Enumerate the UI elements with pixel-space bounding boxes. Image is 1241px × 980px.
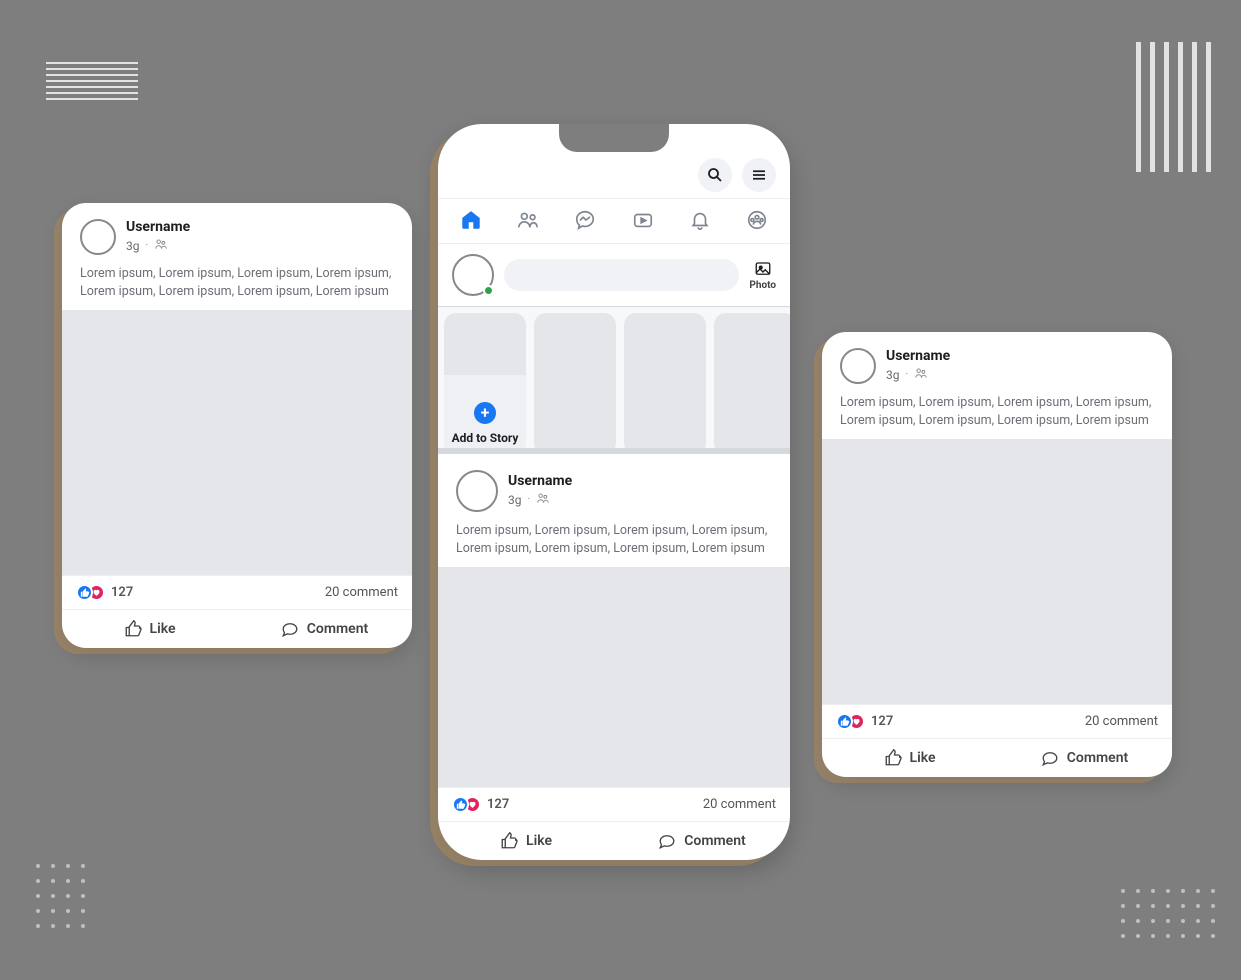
comment-label: Comment <box>307 621 368 637</box>
avatar[interactable] <box>456 470 498 512</box>
comment-label: Comment <box>1067 750 1128 766</box>
comment-count[interactable]: 20 comment <box>325 585 398 600</box>
post-image-placeholder[interactable] <box>438 567 790 787</box>
deco-dots-bl <box>36 864 87 930</box>
hamburger-icon <box>750 166 768 184</box>
dot-separator: · <box>145 240 148 251</box>
search-button[interactable] <box>698 158 732 192</box>
username[interactable]: Username <box>126 219 190 235</box>
post-text: Lorem ipsum, Lorem ipsum, Lorem ipsum, L… <box>438 518 790 567</box>
like-label: Like <box>150 621 176 637</box>
audience-icon <box>536 490 550 509</box>
photo-label: Photo <box>749 280 776 291</box>
post-header: Username 3g · <box>438 454 790 518</box>
reactions[interactable]: 127 <box>452 796 509 813</box>
post-time: 3g <box>508 493 521 507</box>
tab-messenger[interactable] <box>574 209 596 235</box>
reaction-count: 127 <box>871 714 893 729</box>
like-button[interactable]: Like <box>62 610 237 648</box>
post-text: Lorem ipsum, Lorem ipsum, Lorem ipsum, L… <box>822 390 1172 439</box>
post-time: 3g <box>886 368 899 382</box>
menu-button[interactable] <box>742 158 776 192</box>
friends-icon <box>517 209 539 231</box>
thumbs-up-icon <box>884 749 902 767</box>
dot-separator: · <box>905 369 908 380</box>
post-time: 3g <box>126 239 139 253</box>
phone-notch <box>559 124 669 152</box>
reaction-count: 127 <box>111 585 133 600</box>
dot-separator: · <box>527 494 530 505</box>
tab-friends[interactable] <box>517 209 539 235</box>
like-label: Like <box>910 750 936 766</box>
reaction-like-icon <box>836 713 853 730</box>
comment-icon <box>281 620 299 638</box>
avatar[interactable] <box>840 348 876 384</box>
comment-button[interactable]: Comment <box>997 739 1172 777</box>
comment-count[interactable]: 20 comment <box>703 797 776 812</box>
post-header: Username 3g · <box>62 203 412 261</box>
story-add-preview <box>444 313 526 375</box>
thumbs-up-icon <box>500 832 518 850</box>
phone-frame: Photo + Add to Story Username 3g · <box>438 124 790 860</box>
groups-icon <box>746 209 768 231</box>
search-icon <box>706 166 724 184</box>
comment-button[interactable]: Comment <box>237 610 412 648</box>
photo-icon <box>753 260 773 278</box>
audience-icon <box>154 236 168 255</box>
deco-horizontal-lines <box>46 62 138 100</box>
story-add[interactable]: + Add to Story <box>444 313 526 454</box>
topbar <box>438 148 790 199</box>
reaction-like-icon <box>76 584 93 601</box>
messenger-icon <box>574 209 596 231</box>
comment-button[interactable]: Comment <box>614 822 790 860</box>
audience-icon <box>914 365 928 384</box>
tab-home[interactable] <box>460 209 482 235</box>
like-button[interactable]: Like <box>822 739 997 777</box>
feed-post: Username 3g · Lorem ipsum, Lorem ipsum, … <box>438 454 790 860</box>
comment-label: Comment <box>684 833 745 849</box>
deco-vertical-lines <box>1136 42 1211 172</box>
reactions[interactable]: 127 <box>836 713 893 730</box>
deco-dots-br <box>1121 889 1217 940</box>
composer-input[interactable] <box>504 259 739 291</box>
story-add-label: Add to Story <box>452 431 519 445</box>
post-image-placeholder[interactable] <box>822 439 1172 704</box>
comment-count[interactable]: 20 comment <box>1085 714 1158 729</box>
home-icon <box>460 209 482 231</box>
story-placeholder[interactable] <box>624 313 706 454</box>
tab-notifications[interactable] <box>689 209 711 235</box>
like-label: Like <box>526 833 552 849</box>
video-icon <box>632 209 654 231</box>
avatar[interactable] <box>80 219 116 255</box>
comment-icon <box>658 832 676 850</box>
tab-watch[interactable] <box>632 209 654 235</box>
composer-photo-button[interactable]: Photo <box>749 260 776 291</box>
stories-row[interactable]: + Add to Story <box>438 307 790 454</box>
reaction-like-icon <box>452 796 469 813</box>
thumbs-up-icon <box>124 620 142 638</box>
tabbar <box>438 199 790 244</box>
post-image-placeholder[interactable] <box>62 310 412 575</box>
username[interactable]: Username <box>508 473 572 489</box>
post-card-left: Username 3g · Lorem ipsum, Lorem ipsum, … <box>62 203 412 648</box>
username[interactable]: Username <box>886 348 950 364</box>
comment-icon <box>1041 749 1059 767</box>
composer: Photo <box>438 244 790 307</box>
post-text: Lorem ipsum, Lorem ipsum, Lorem ipsum, L… <box>62 261 412 310</box>
tab-groups[interactable] <box>746 209 768 235</box>
bell-icon <box>689 209 711 231</box>
online-indicator <box>483 285 494 296</box>
like-button[interactable]: Like <box>438 822 614 860</box>
story-placeholder[interactable] <box>714 313 790 454</box>
story-placeholder[interactable] <box>534 313 616 454</box>
reactions[interactable]: 127 <box>76 584 133 601</box>
plus-icon: + <box>471 399 499 427</box>
post-card-right: Username 3g · Lorem ipsum, Lorem ipsum, … <box>822 332 1172 777</box>
reaction-count: 127 <box>487 797 509 812</box>
post-header: Username 3g · <box>822 332 1172 390</box>
